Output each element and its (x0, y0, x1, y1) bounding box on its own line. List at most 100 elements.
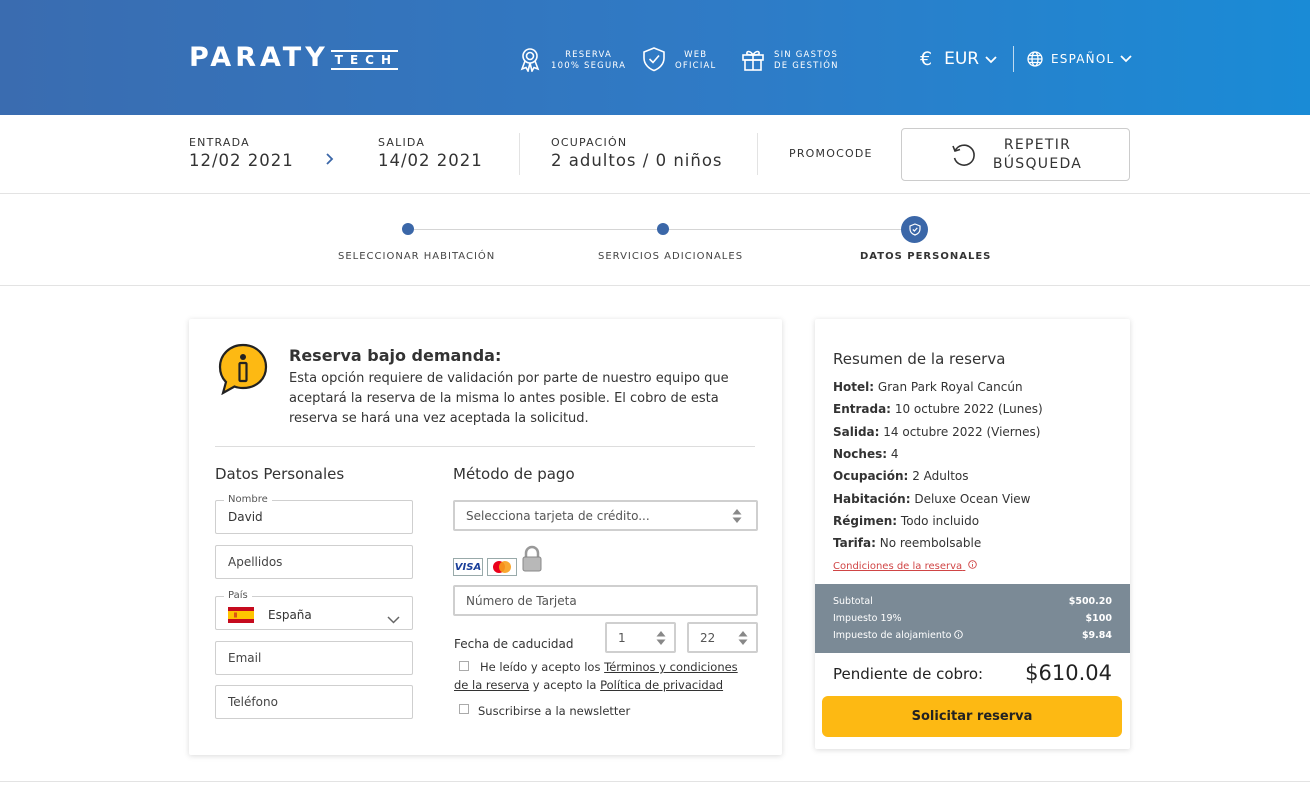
language-selector[interactable]: ESPAÑOL (1027, 51, 1140, 67)
trust-official-line2: OFICIAL (675, 61, 717, 71)
summary-row-checkout: Salida: 14 octubre 2022 (Viernes) (833, 425, 1041, 439)
booking-form-card: Reserva bajo demanda: Esta opción requie… (189, 319, 782, 755)
country-value: España (268, 608, 312, 622)
step-dot-rooms[interactable] (402, 223, 414, 235)
checkin-field[interactable]: ENTRADA 12/02 2021 (189, 136, 294, 170)
email-placeholder: Email (228, 651, 262, 665)
surname-placeholder: Apellidos (228, 555, 283, 569)
select-arrows-icon (738, 630, 748, 650)
terms-text: He leído y acepto los Términos y condici… (454, 658, 754, 694)
summary-row-rate: Tarifa: No reembolsable (833, 536, 982, 550)
gift-icon (740, 46, 766, 76)
repeat-search-line2: BÚSQUEDA (992, 155, 1083, 172)
chevron-down-icon (985, 49, 997, 69)
paraty-tech-logo[interactable]: PARATY TECH (189, 44, 398, 72)
divider (519, 133, 520, 175)
expiry-year-select[interactable]: 22 (687, 622, 758, 653)
request-booking-button[interactable]: Solicitar reserva (822, 696, 1122, 737)
lodging-tax-value: $9.84 (1081, 630, 1112, 641)
subtotal-label: Subtotal (833, 596, 873, 607)
phone-placeholder: Teléfono (228, 695, 278, 709)
step-label-personal: DATOS PERSONALES (860, 251, 992, 262)
chevron-down-icon (387, 609, 400, 628)
checkin-label: ENTRADA (189, 136, 250, 149)
info-icon[interactable] (954, 630, 964, 639)
booking-summary-card: Resumen de la reserva Hotel: Gran Park R… (815, 319, 1130, 749)
visa-logo: VISA (453, 558, 483, 576)
chevron-right-icon (325, 151, 334, 170)
select-arrows-icon (732, 508, 742, 528)
trust-secure-line2: 100% SEGURA (551, 61, 627, 71)
subtotal-value: $500.20 (1068, 596, 1112, 607)
currency-selector[interactable]: € EUR (920, 48, 997, 70)
name-field[interactable]: Nombre David (215, 494, 413, 534)
expiry-month-value: 1 (618, 631, 626, 645)
checkout-label: SALIDA (378, 136, 426, 149)
privacy-link[interactable]: Política de privacidad (600, 678, 723, 692)
footer-divider (0, 781, 1310, 782)
name-field-value: David (228, 510, 263, 524)
step-label-rooms[interactable]: SELECCIONAR HABITACIÓN (338, 251, 495, 262)
shield-check-icon (908, 223, 921, 236)
summary-row-board: Régimen: Todo incluido (833, 514, 980, 528)
top-header: PARATY TECH RESERVA 100% SEGURA WEB OFIC… (0, 0, 1310, 115)
summary-row-hotel: Hotel: Gran Park Royal Cancún (833, 380, 1023, 394)
chevron-down-icon (1120, 52, 1140, 66)
summary-row-room: Habitación: Deluxe Ocean View (833, 492, 1031, 506)
payment-method-title: Método de pago (453, 465, 575, 483)
award-icon (517, 46, 543, 76)
repeat-search-line1: REPETIR (1003, 136, 1072, 153)
shield-check-icon (641, 46, 667, 76)
card-number-field[interactable]: Número de Tarjeta (453, 585, 758, 616)
summary-row-nights: Noches: 4 (833, 447, 899, 461)
search-summary-bar: ENTRADA 12/02 2021 SALIDA 14/02 2021 OCU… (0, 115, 1310, 194)
country-select[interactable]: País España (215, 590, 413, 630)
promocode-field[interactable]: PROMOCODE (789, 147, 873, 160)
euro-icon: € (920, 48, 933, 70)
notice-title: Reserva bajo demanda: (289, 346, 502, 365)
divider (757, 133, 758, 175)
booking-conditions-link[interactable]: Condiciones de la reserva (833, 560, 978, 572)
newsletter-checkbox[interactable] (459, 704, 469, 714)
booking-steps: SELECCIONAR HABITACIÓN SERVICIOS ADICION… (0, 194, 1310, 286)
terms-prefix: He leído y acepto los (480, 660, 601, 674)
occupancy-label: OCUPACIÓN (551, 136, 628, 149)
trust-fees-line1: SIN GASTOS (774, 50, 839, 60)
totals-breakdown: Subtotal $500.20 Impuesto 19% $100 Impue… (815, 584, 1130, 653)
trust-official-line1: WEB (684, 50, 708, 60)
currency-value: EUR (944, 49, 980, 69)
surname-field[interactable]: Apellidos (215, 545, 413, 579)
occupancy-field[interactable]: OCUPACIÓN 2 adultos / 0 niños (551, 136, 723, 170)
logo-sub-text: TECH (330, 50, 398, 70)
pending-charge-label: Pendiente de cobro: (833, 665, 984, 683)
checkout-value: 14/02 2021 (378, 151, 483, 170)
checkout-field[interactable]: SALIDA 14/02 2021 (378, 136, 483, 170)
trust-secure-line1: RESERVA (565, 50, 613, 60)
spain-flag-icon (228, 607, 254, 623)
trust-badge-secure: RESERVA 100% SEGURA (517, 46, 626, 76)
tax-value: $100 (1085, 613, 1112, 624)
header-divider (1013, 46, 1014, 72)
expiry-month-select[interactable]: 1 (605, 622, 676, 653)
email-field[interactable]: Email (215, 641, 413, 675)
step-dot-services[interactable] (657, 223, 669, 235)
lodging-tax-label: Impuesto de alojamiento (833, 630, 952, 641)
step-label-services[interactable]: SERVICIOS ADICIONALES (598, 251, 743, 262)
lock-icon (521, 545, 543, 576)
repeat-search-button[interactable]: REPETIR BÚSQUEDA (901, 128, 1130, 181)
subtotal-row: Subtotal $500.20 (833, 596, 1112, 607)
summary-title: Resumen de la reserva (833, 350, 1006, 368)
summary-row-occupancy: Ocupación: 2 Adultos (833, 469, 969, 483)
tax-row: Impuesto 19% $100 (833, 613, 1112, 624)
tax-label: Impuesto 19% (833, 613, 902, 624)
credit-card-select-placeholder: Selecciona tarjeta de crédito... (466, 509, 650, 523)
logo-main-text: PARATY (189, 42, 329, 73)
accepted-cards: VISA (453, 545, 543, 576)
credit-card-select[interactable]: Selecciona tarjeta de crédito... (453, 500, 758, 531)
divider (215, 446, 755, 447)
name-field-label: Nombre (224, 494, 272, 505)
refresh-icon (952, 143, 975, 166)
pending-charge-value: $610.04 (1025, 661, 1112, 685)
trust-fees-line2: DE GESTIÓN (774, 61, 839, 71)
phone-field[interactable]: Teléfono (215, 685, 413, 719)
